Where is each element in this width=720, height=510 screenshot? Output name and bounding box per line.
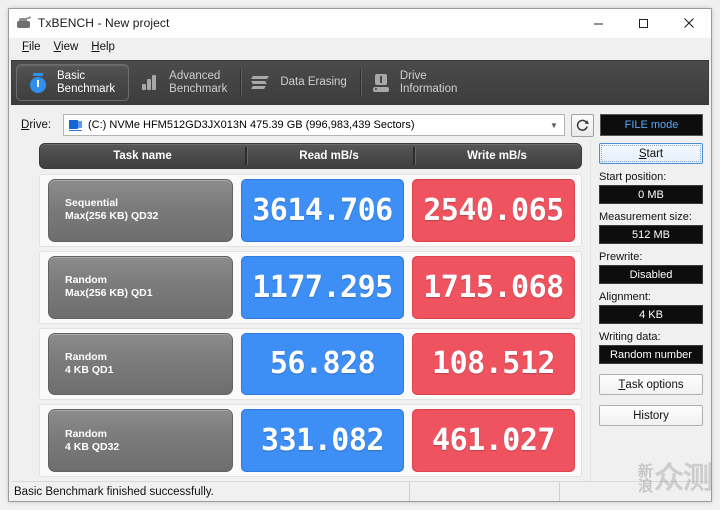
read-value: 1177.295 <box>241 255 404 319</box>
start-position-label: Start position: <box>599 171 667 183</box>
writing-data-label: Writing data: <box>599 331 661 343</box>
start-button-rest: tart <box>646 147 664 160</box>
menu-item-view[interactable]: View <box>48 40 86 55</box>
tab-advanced-benchmark-label: Advanced Benchmark <box>169 69 228 95</box>
start-position-value[interactable]: 0 MB <box>599 185 703 204</box>
start-button[interactable]: Start <box>599 143 703 164</box>
refresh-icon <box>576 119 589 131</box>
table-row: Random 4 KB QD32 331.082 461.027 <box>39 404 582 477</box>
header-read: Read mB/s <box>245 144 413 168</box>
task-options-button[interactable]: Task options <box>599 374 703 395</box>
tab-drive-information-label: Drive Information <box>399 69 458 95</box>
stopwatch-icon <box>27 71 49 95</box>
task-line1: Random <box>65 274 107 287</box>
menu-item-file[interactable]: File <box>16 40 48 55</box>
maximize-icon[interactable] <box>621 9 666 37</box>
refresh-button[interactable] <box>571 113 594 137</box>
table-row: Random 4 KB QD1 56.828 108.512 <box>39 327 582 401</box>
status-segment-2 <box>409 482 559 501</box>
window-body: Drive: (C:) NVMe HFM512GD3JX013N 475.39 … <box>9 105 711 501</box>
tab-data-erasing-label: Data Erasing <box>280 76 347 88</box>
chevron-down-icon[interactable]: ▼ <box>546 121 562 130</box>
read-value: 3614.706 <box>241 179 404 242</box>
task-line2: Max(256 KB) QD1 <box>65 287 153 300</box>
close-icon[interactable] <box>666 9 711 37</box>
alignment-value[interactable]: 4 KB <box>599 305 703 324</box>
task-line2: 4 KB QD32 <box>65 440 120 453</box>
status-message: Basic Benchmark finished successfully. <box>14 485 214 498</box>
main-content: Task name Read mB/s Write mB/s Sequentia… <box>11 140 709 481</box>
status-segment-3 <box>559 482 709 501</box>
menu-item-file-rest: ile <box>29 41 41 53</box>
drive-info-icon <box>370 71 392 95</box>
menu-item-help[interactable]: Help <box>85 40 122 55</box>
menu-item-help-rest: elp <box>99 41 115 53</box>
header-task-name: Task name <box>113 150 172 162</box>
write-value: 108.512 <box>412 332 575 396</box>
task-button-random-max-qd1[interactable]: Random Max(256 KB) QD1 <box>48 255 233 319</box>
toolbar-tabs: Basic Benchmark Advanced Benchmark Data … <box>11 60 709 105</box>
prewrite-label: Prewrite: <box>599 251 643 263</box>
task-button-random-4k-qd1[interactable]: Random 4 KB QD1 <box>48 332 233 396</box>
bar-chart-icon <box>139 71 161 95</box>
task-button-random-4k-qd32[interactable]: Random 4 KB QD32 <box>48 409 233 472</box>
status-bar: Basic Benchmark finished successfully. <box>11 481 709 501</box>
drive-select[interactable]: (C:) NVMe HFM512GD3JX013N 475.39 GB (996… <box>63 114 565 136</box>
read-value: 331.082 <box>241 409 404 472</box>
tab-basic-benchmark-label: Basic Benchmark <box>57 69 116 95</box>
task-line1: Random <box>65 350 107 363</box>
header-write: Write mB/s <box>413 144 581 168</box>
window-controls <box>576 9 711 37</box>
tab-advanced-benchmark[interactable]: Advanced Benchmark <box>129 64 240 101</box>
results-rows: Sequential Max(256 KB) QD32 3614.706 254… <box>21 174 582 481</box>
file-mode-button[interactable]: FILE mode <box>600 114 703 136</box>
prewrite-value[interactable]: Disabled <box>599 265 703 284</box>
task-line2: 4 KB QD1 <box>65 363 114 376</box>
app-icon <box>16 15 32 31</box>
table-row: Sequential Max(256 KB) QD32 3614.706 254… <box>39 174 582 247</box>
write-value: 2540.065 <box>412 179 575 242</box>
tab-drive-information[interactable]: Drive Information <box>359 64 471 101</box>
minimize-icon[interactable] <box>576 9 621 37</box>
task-line2: Max(256 KB) QD32 <box>65 210 159 223</box>
task-button-sequential-qd32[interactable]: Sequential Max(256 KB) QD32 <box>48 179 233 242</box>
tab-basic-benchmark[interactable]: Basic Benchmark <box>16 64 130 101</box>
measurement-size-value[interactable]: 512 MB <box>599 225 703 244</box>
results-header-row: Task name Read mB/s Write mB/s <box>39 143 582 169</box>
drive-selector-row: Drive: (C:) NVMe HFM512GD3JX013N 475.39 … <box>11 110 709 140</box>
drive-select-value: (C:) NVMe HFM512GD3JX013N 475.39 GB (996… <box>88 119 415 131</box>
drive-label: Drive: <box>21 119 52 131</box>
read-value: 56.828 <box>241 332 404 396</box>
disk-icon <box>69 119 83 131</box>
menu-item-view-rest: iew <box>61 41 79 53</box>
menu-bar: File View Help <box>9 38 711 58</box>
title-bar: TxBENCH - New project <box>9 9 711 38</box>
benchmark-results: Task name Read mB/s Write mB/s Sequentia… <box>21 140 582 481</box>
alignment-label: Alignment: <box>599 291 651 303</box>
drive-label-rest: rive: <box>29 119 52 131</box>
write-value: 461.027 <box>412 409 575 472</box>
write-value: 1715.068 <box>412 255 575 319</box>
task-options-button-rest: ask options <box>625 378 684 391</box>
application-window: TxBENCH - New project File View Help Bas… <box>8 8 712 502</box>
history-button[interactable]: History <box>599 405 703 426</box>
writing-data-value[interactable]: Random number <box>599 345 703 364</box>
txbench-screenshot: TxBENCH - New project File View Help Bas… <box>0 0 720 510</box>
tab-data-erasing[interactable]: Data Erasing <box>240 64 359 101</box>
erase-icon <box>250 71 272 95</box>
measurement-size-label: Measurement size: <box>599 211 692 223</box>
settings-sidebar: Start Start position: 0 MB Measurement s… <box>590 140 703 481</box>
task-line1: Sequential <box>65 197 119 210</box>
window-title: TxBENCH - New project <box>38 16 170 30</box>
table-row: Random Max(256 KB) QD1 1177.295 1715.068 <box>39 250 582 324</box>
task-line1: Random <box>65 427 107 440</box>
